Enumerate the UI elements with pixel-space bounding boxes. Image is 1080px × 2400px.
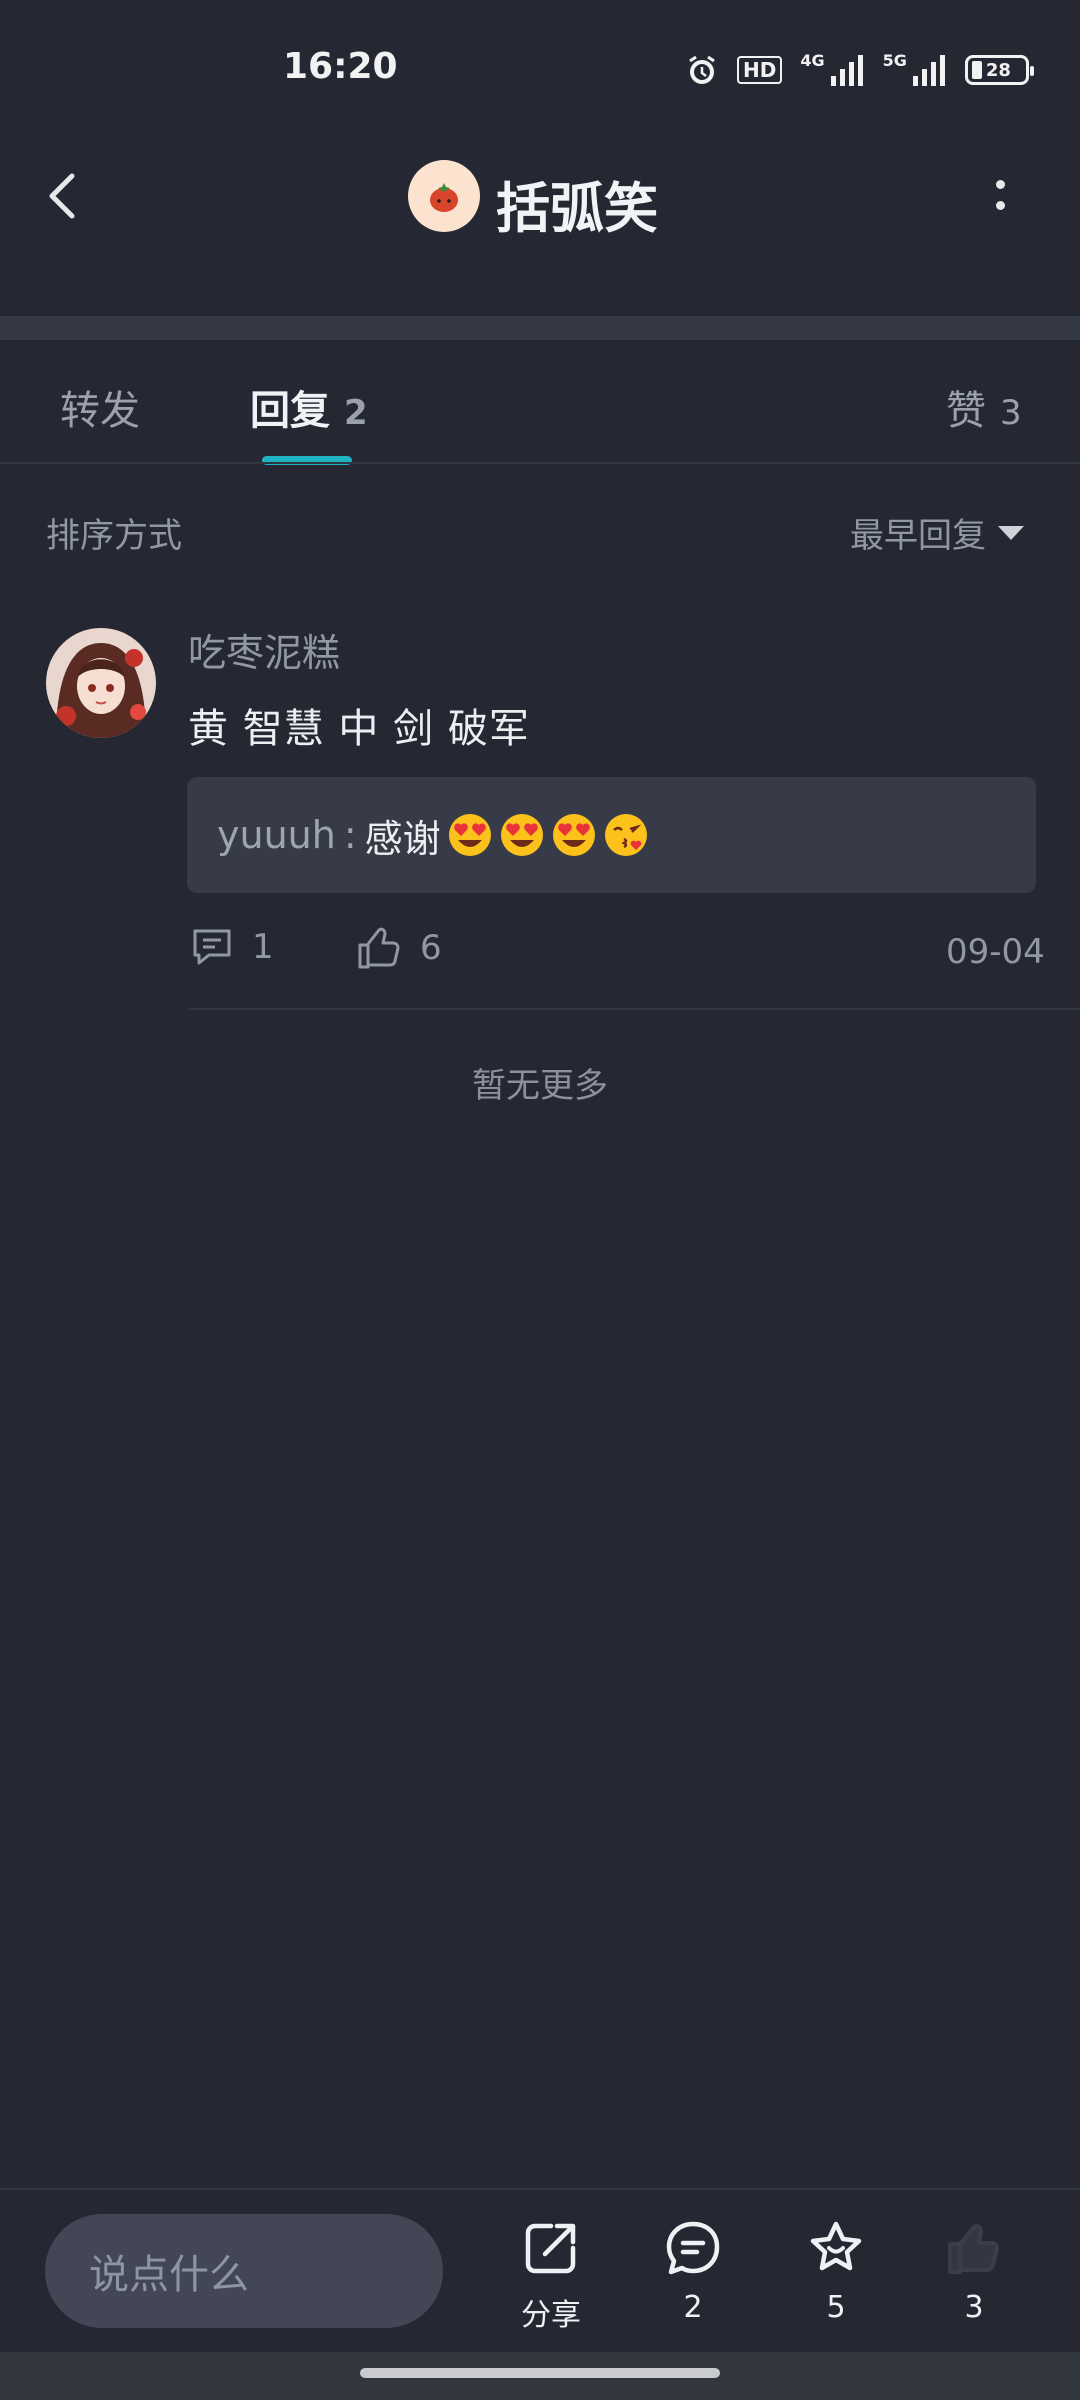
tab-like-count: 3 [1000, 393, 1022, 433]
tab-reply-label: 回复 [250, 388, 330, 434]
signal-icon [912, 55, 945, 86]
like-button[interactable]: 3 [914, 2218, 1034, 2325]
kissing-heart-emoji-icon [604, 814, 647, 856]
share-button[interactable]: 分享 [491, 2218, 611, 2334]
home-indicator[interactable] [360, 2368, 720, 2378]
chat-bubble-icon [666, 2221, 720, 2275]
header-avatar[interactable] [408, 160, 480, 232]
favorites-count: 5 [826, 2290, 846, 2325]
comments-button[interactable]: 2 [633, 2218, 753, 2325]
likes-count: 3 [964, 2290, 984, 2325]
sort-dropdown[interactable]: 最早回复 [850, 508, 1024, 557]
comment-icon [193, 929, 231, 965]
comment-date: 09-04 [946, 932, 1045, 972]
network-label-4g: 4G [800, 50, 825, 70]
quoted-reply[interactable]: yuuuh : 感谢 [187, 777, 1036, 893]
bottom-bar-separator [0, 2188, 1080, 2190]
quote-username[interactable]: yuuuh [217, 813, 336, 857]
caret-down-icon [998, 525, 1024, 540]
quote-text: 感谢 [364, 816, 441, 861]
battery-icon: 28 [964, 55, 1034, 85]
quote-separator: : [343, 813, 357, 857]
chevron-left-icon [49, 173, 75, 219]
favorite-button[interactable]: 5 [776, 2218, 896, 2325]
comment-input[interactable]: 说点什么 [45, 2214, 443, 2328]
status-time: 16:20 [283, 46, 398, 87]
comment-username[interactable]: 吃枣泥糕 [188, 622, 340, 677]
share-icon [525, 2223, 576, 2274]
share-label: 分享 [521, 2298, 581, 2333]
heart-eyes-emoji-icon [448, 814, 491, 856]
reply-count: 1 [252, 927, 274, 967]
sort-selected-value: 最早回复 [850, 516, 986, 556]
tab-like-label: 赞 [946, 388, 986, 434]
no-more-label: 暂无更多 [472, 1066, 608, 1106]
comment-text: 黄 智慧 中 剑 破军 [188, 706, 530, 752]
tab-like[interactable]: 赞3 [946, 378, 1022, 436]
signal-icon [830, 55, 863, 86]
heart-eyes-emoji-icon [500, 814, 543, 856]
alarm-icon [689, 55, 715, 84]
more-options-button[interactable] [975, 165, 1025, 225]
tab-reply[interactable]: 回复 2 [250, 378, 368, 436]
star-icon [810, 2221, 862, 2271]
tab-reply-count: 2 [344, 393, 368, 433]
more-dot [995, 201, 1005, 210]
avatar[interactable] [46, 628, 156, 738]
back-button[interactable] [30, 160, 100, 230]
like-action[interactable]: 6 [356, 925, 442, 971]
page-title: 括弧笑 [496, 177, 658, 240]
tab-forward[interactable]: 转发 [60, 378, 140, 436]
battery-level: 28 [985, 59, 1011, 81]
anime-girl-avatar-image [46, 628, 156, 738]
more-dot [995, 180, 1005, 189]
thumbs-up-icon [948, 2224, 999, 2274]
tabs-separator [0, 462, 1080, 464]
thumbs-up-icon [358, 927, 400, 969]
comment-input-placeholder: 说点什么 [89, 2252, 249, 2298]
comments-count: 2 [683, 2290, 703, 2325]
like-count: 6 [420, 928, 442, 968]
tab-forward-label: 转发 [60, 388, 140, 434]
heart-eyes-emoji-icon [552, 814, 595, 856]
network-label-5g: 5G [882, 50, 907, 70]
sort-label: 排序方式 [46, 516, 182, 556]
status-icons: HD 4G 5G 28 [685, 50, 1034, 90]
comment-separator [188, 1008, 1080, 1010]
section-divider [0, 316, 1080, 340]
hd-badge: HD [737, 56, 783, 84]
reply-action[interactable]: 1 [190, 925, 274, 969]
tomato-icon [430, 183, 458, 212]
